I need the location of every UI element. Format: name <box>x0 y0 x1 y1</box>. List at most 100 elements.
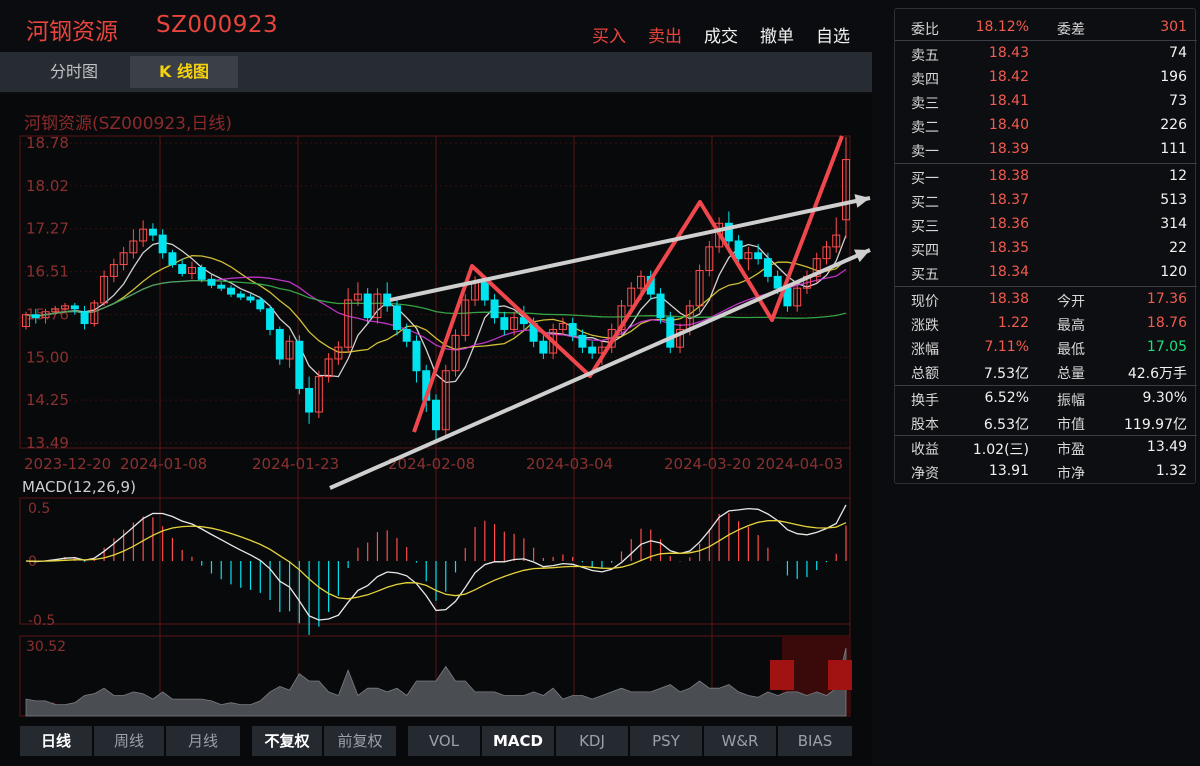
candle-body <box>754 252 763 260</box>
period-day-button[interactable]: 日线 <box>20 726 92 756</box>
stat-row-eps: 收益 1.02(三) 市盈 13.49 <box>895 435 1197 459</box>
stat-value: 7.53亿 <box>983 366 1029 382</box>
candle-body <box>236 293 245 298</box>
sell5-price: 18.43 <box>988 45 1029 61</box>
stat-row-amount: 总额 7.53亿 总量 42.6万手 <box>895 359 1197 383</box>
stat-label: 现价 <box>911 294 939 310</box>
forward-adjust-button[interactable]: 前复权 <box>324 726 396 756</box>
stat-row-shares: 股本 6.53亿 市值 119.97亿 <box>895 410 1197 434</box>
stat-value: 18.76 <box>1146 315 1187 331</box>
candle-body <box>256 299 265 310</box>
tab-kline[interactable]: K 线图 <box>130 56 238 88</box>
period-week-button[interactable]: 周线 <box>94 726 164 756</box>
candle-body <box>275 328 284 360</box>
sell2-price: 18.40 <box>988 117 1029 133</box>
candle-body <box>70 305 79 310</box>
macd-y-tick: 0.5 <box>28 501 50 517</box>
stat-label: 涨跌 <box>911 318 939 334</box>
sell2-row[interactable]: 卖二 18.40 226 <box>895 113 1197 137</box>
candle-body <box>168 252 177 266</box>
buy1-price: 18.38 <box>988 168 1029 184</box>
buy5-row[interactable]: 买五 18.34 120 <box>895 260 1197 284</box>
candle-body <box>412 340 421 372</box>
indicator-bias-button[interactable]: BIAS <box>778 726 852 756</box>
buy-button[interactable]: 买入 <box>592 22 626 47</box>
stat-value: 1.02(三) <box>972 442 1029 458</box>
weibi-label: 委比 <box>911 22 939 38</box>
upper-trendline-arrow-head <box>854 194 870 208</box>
y-tick-label: 15.00 <box>26 348 69 366</box>
stat-label: 净资 <box>911 466 939 482</box>
buy5-price: 18.34 <box>988 264 1029 280</box>
sell3-label: 卖三 <box>911 96 939 112</box>
indicator-macd-button[interactable]: MACD <box>482 726 554 756</box>
no-adjust-button[interactable]: 不复权 <box>252 726 322 756</box>
stat-row-change: 涨跌 1.22 最高 18.76 <box>895 311 1197 335</box>
stat-label: 总额 <box>911 366 939 382</box>
y-tick-label: 16.51 <box>26 263 69 281</box>
tab-intraday[interactable]: 分时图 <box>24 56 124 88</box>
indicator-kdj-button[interactable]: KDJ <box>556 726 628 756</box>
x-tick-label: 2023-12-20 <box>24 455 111 473</box>
sell1-price: 18.39 <box>988 141 1029 157</box>
indicator-vol-button[interactable]: VOL <box>408 726 480 756</box>
buy4-row[interactable]: 买四 18.35 22 <box>895 236 1197 260</box>
buy5-label: 买五 <box>911 267 939 283</box>
candle-body <box>383 293 392 307</box>
candle-body <box>363 293 372 319</box>
candle-body <box>295 340 304 389</box>
area-y-tick: 30.52 <box>26 639 66 655</box>
indicator-psy-button[interactable]: PSY <box>630 726 702 756</box>
candle-body <box>666 317 675 348</box>
candle-body <box>80 311 89 325</box>
candle-body <box>578 334 587 348</box>
sell3-row[interactable]: 卖三 18.41 73 <box>895 89 1197 113</box>
stat-value: 7.11% <box>984 339 1029 355</box>
indicator-wr-button[interactable]: W&R <box>704 726 776 756</box>
candle-body <box>148 228 157 236</box>
x-tick-label: 2024-01-08 <box>120 455 207 473</box>
sell5-label: 卖五 <box>911 48 939 64</box>
sell2-volume: 226 <box>1160 117 1187 133</box>
weicha-value: 301 <box>1160 19 1187 35</box>
sell4-row[interactable]: 卖四 18.42 196 <box>895 65 1197 89</box>
buy3-row[interactable]: 买三 18.36 314 <box>895 212 1197 236</box>
x-tick-label: 2024-03-20 <box>664 455 751 473</box>
area-marker <box>828 660 852 690</box>
candle-body <box>31 314 40 319</box>
stat-row-price: 现价 18.38 今开 17.36 <box>895 287 1197 311</box>
candle-body <box>656 293 665 319</box>
trades-button[interactable]: 成交 <box>704 22 738 47</box>
stat-value: 13.49 <box>1146 439 1187 455</box>
sell5-row[interactable]: 卖五 18.43 74 <box>895 41 1197 65</box>
watchlist-button[interactable]: 自选 <box>816 22 850 47</box>
stat-label: 收益 <box>911 442 939 458</box>
stat-value: 119.97亿 <box>1124 417 1187 433</box>
buy1-row[interactable]: 买一 18.38 12 <box>895 164 1197 188</box>
cancel-order-button[interactable]: 撤单 <box>760 22 794 47</box>
y-tick-label: 18.78 <box>26 134 69 152</box>
stat-label: 换手 <box>911 393 939 409</box>
stock-name: 河钢资源 <box>26 19 118 45</box>
stat-label: 市值 <box>1057 417 1085 433</box>
candle-body <box>588 346 597 354</box>
stat-value: 1.32 <box>1155 463 1187 479</box>
y-tick-label: 18.02 <box>26 177 69 195</box>
chart-tab-bar: 分时图 K 线图 <box>0 52 872 92</box>
candle-body <box>763 258 772 277</box>
buy2-row[interactable]: 买二 18.37 513 <box>895 188 1197 212</box>
action-group: 买入 卖出 成交 撤单 自选 <box>592 22 850 47</box>
period-month-button[interactable]: 月线 <box>166 726 240 756</box>
stat-label: 市盈 <box>1057 442 1085 458</box>
buy3-price: 18.36 <box>988 216 1029 232</box>
sell1-row[interactable]: 卖一 18.39 111 <box>895 137 1197 161</box>
stat-label: 总量 <box>1057 366 1085 382</box>
buy1-volume: 12 <box>1169 168 1187 184</box>
candle-body <box>197 267 206 280</box>
lower-trendline-arrow <box>329 248 871 490</box>
y-tick-label: 14.25 <box>26 391 69 409</box>
stat-value: 17.05 <box>1146 339 1187 355</box>
sell2-label: 卖二 <box>911 120 939 136</box>
candle-body <box>207 278 216 286</box>
sell-button[interactable]: 卖出 <box>648 22 682 47</box>
